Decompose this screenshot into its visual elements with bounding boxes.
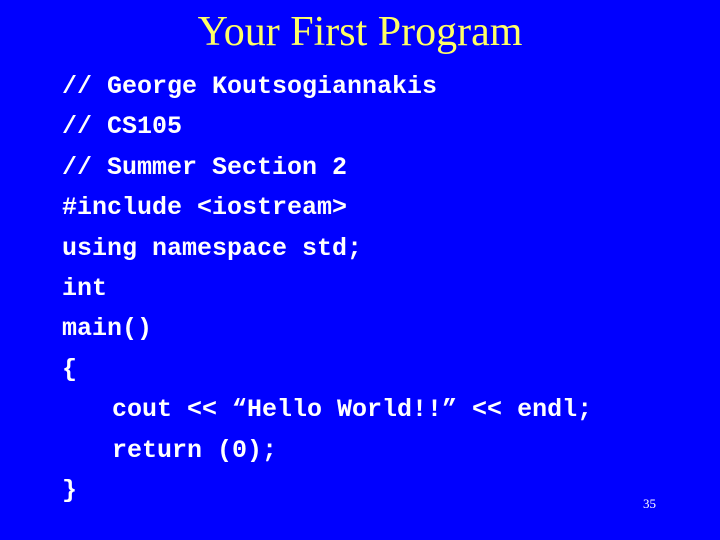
slide: { "slide": { "title": "Your First Progra… (0, 0, 720, 540)
code-line-comment-author: // George Koutsogiannakis (62, 72, 438, 101)
code-line-include: #include <iostream> (62, 193, 348, 223)
code-line-close-brace: } (62, 475, 78, 505)
code-block: // George Koutsogiannakis // CS105 // Su… (62, 67, 592, 511)
code-line-using: using namespace std; (62, 233, 363, 263)
page-number: 35 (643, 496, 656, 511)
code-line-cout: cout << “Hello World!!” << endl; (112, 395, 593, 425)
code-line-comment-course: // CS105 (62, 112, 183, 142)
code-line-open-brace: { (62, 354, 78, 384)
code-line-main: main() (62, 314, 153, 344)
code-line-return: return (0); (112, 435, 278, 465)
code-line-return-type: int (62, 273, 108, 303)
code-line-comment-section: // Summer Section 2 (62, 152, 348, 182)
slide-title: Your First Program (197, 9, 523, 55)
